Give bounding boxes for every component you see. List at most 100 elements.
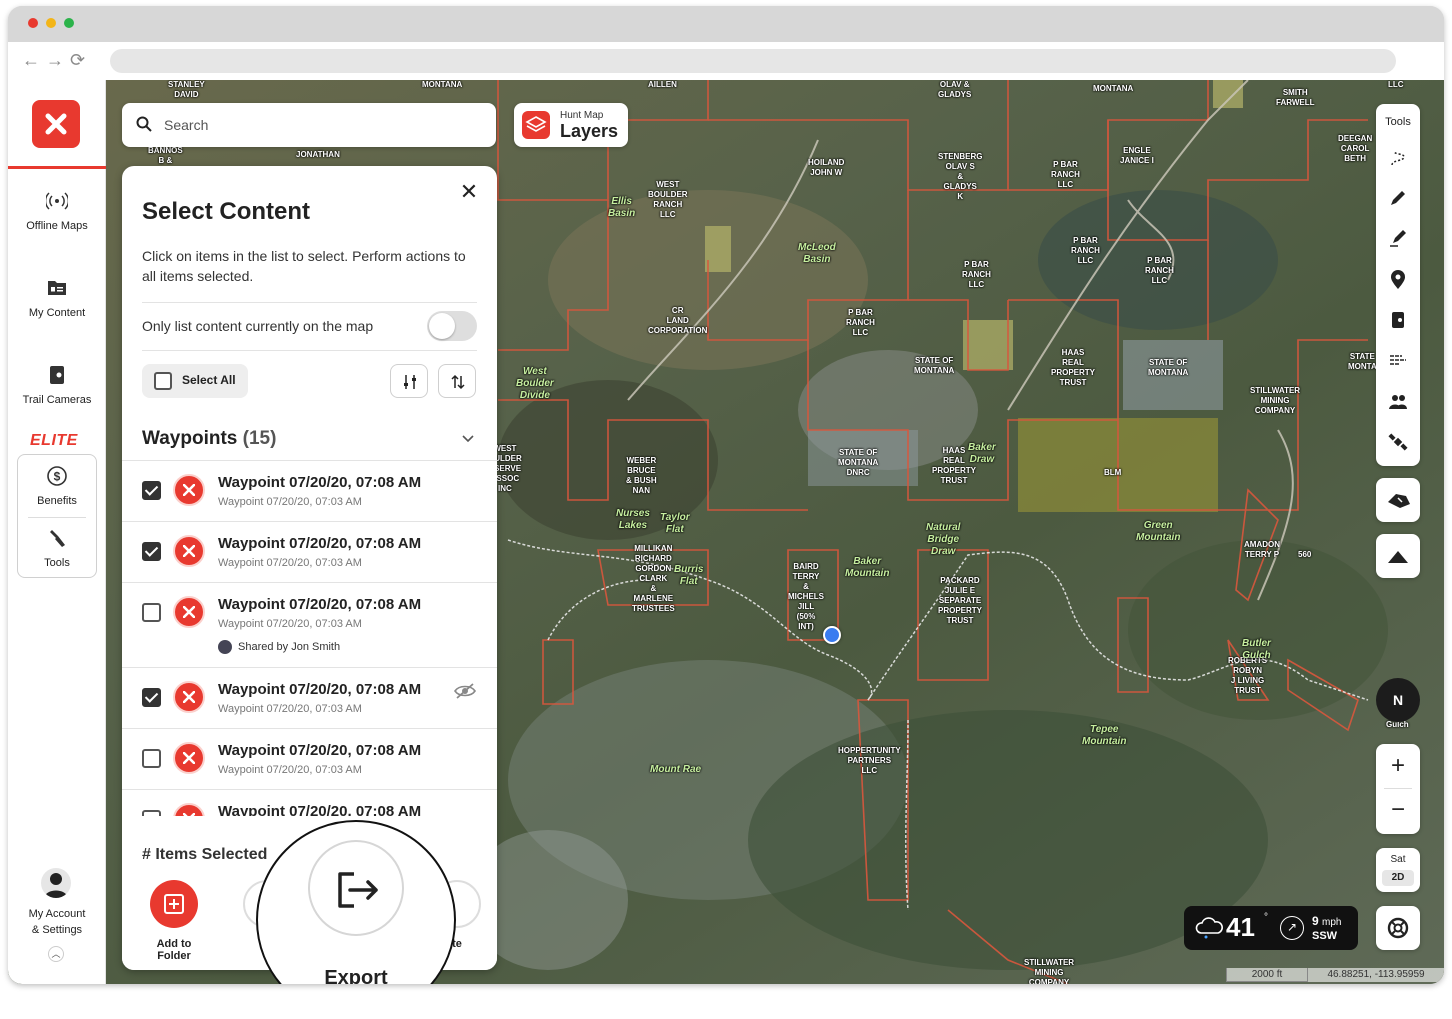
layers-icon [522, 111, 550, 139]
help-button[interactable] [1376, 906, 1420, 950]
select-all-label: Select All [182, 373, 236, 387]
zoom-in-button[interactable]: + [1376, 752, 1420, 780]
waypoint-row[interactable]: Waypoint 07/20/20, 07:08 AM Waypoint 07/… [122, 728, 497, 789]
waypoints-section-header[interactable]: Waypoints (15) [142, 428, 276, 450]
map-label: ROBERTS ROBYN J LIVING TRUST [1228, 656, 1268, 695]
minimize-window-button[interactable] [46, 18, 56, 28]
export-icon [338, 872, 378, 908]
map-label: West Boulder Divide [516, 366, 554, 401]
waypoint-checkbox[interactable] [142, 749, 161, 768]
map-label: P BAR RANCH LLC [962, 260, 991, 289]
waypoint-marker-icon [173, 742, 205, 774]
pin-icon[interactable] [1388, 270, 1408, 290]
pencil-icon[interactable] [1388, 188, 1408, 208]
terrain-3d-button[interactable] [1376, 534, 1420, 578]
waypoint-row[interactable]: Waypoint 07/20/20, 07:08 AM Waypoint 07/… [122, 460, 497, 521]
waypoint-checkbox[interactable] [142, 481, 161, 500]
map-label: BAIRD TERRY & MICHELS JILL (50% INT) [788, 562, 824, 631]
map-label: STATE OF MONTANA [1148, 358, 1189, 377]
waypoint-title: Waypoint 07/20/20, 07:08 AM [218, 681, 422, 698]
address-bar[interactable] [110, 49, 1396, 73]
account-settings-link[interactable]: My Account & Settings [8, 906, 106, 938]
map-label: STANLEY DAVID [168, 80, 205, 99]
shared-by-label: Shared by Jon Smith [238, 640, 341, 653]
add-folder-icon [150, 880, 198, 928]
basemap-toggle[interactable]: Sat 2D [1376, 848, 1420, 892]
app-area: STANLEY DAVID MONTANA AILLEN OLAV & GLADYS MON… [8, 80, 1444, 984]
search-box [122, 103, 496, 147]
back-arrow-icon[interactable]: ← [22, 50, 40, 70]
nav-my-content[interactable]: My Content [8, 277, 106, 319]
close-panel-button[interactable]: ✕ [457, 180, 481, 204]
nav-tools[interactable]: Tools [17, 527, 97, 569]
map-label: Burris Flat [674, 564, 704, 587]
collapse-up-icon[interactable]: ︿ [48, 946, 64, 962]
reload-icon[interactable]: ⟳ [70, 50, 85, 70]
map-label: SMITH FARWELL [1276, 88, 1315, 107]
map-label: 560 [1298, 550, 1312, 559]
coordinates-readout: 46.88251, -113.95959 [1308, 968, 1444, 982]
waypoint-checkbox[interactable] [142, 688, 161, 707]
map-label: Baker Mountain [845, 556, 890, 579]
map-label: DEEGAN CAROL BETH [1338, 134, 1373, 163]
zoom-control: + − [1376, 744, 1420, 834]
search-input[interactable] [164, 114, 484, 136]
nav-offline-maps-label: Offline Maps [26, 220, 88, 232]
map-label: McLeod Basin [798, 242, 836, 265]
panel-description: Click on items in the list to select. Pe… [142, 248, 466, 284]
select-all-button[interactable]: Select All [142, 364, 248, 398]
select-all-checkbox[interactable] [154, 372, 172, 390]
add-to-folder-button[interactable]: Add to Folder [139, 880, 209, 962]
eye-hidden-icon[interactable] [454, 683, 476, 699]
map-label: BANNOS B & [148, 146, 183, 165]
compass-button[interactable]: N [1376, 678, 1420, 722]
waypoint-marker-icon [173, 535, 205, 567]
waypoint-row[interactable]: Waypoint 07/20/20, 07:08 AM Waypoint 07/… [122, 667, 497, 728]
route-icon[interactable] [1388, 148, 1408, 168]
panel-title: Select Content [142, 198, 311, 225]
items-selected-label: # Items Selected [142, 846, 268, 863]
nav-offline-maps[interactable]: Offline Maps [8, 190, 106, 232]
maximize-window-button[interactable] [64, 18, 74, 28]
waypoint-checkbox[interactable] [142, 603, 161, 622]
map-label: STILLWATER MINING COMPANY [1250, 386, 1301, 415]
left-nav-rail: Offline Maps My Content Trail Cameras EL… [8, 80, 106, 984]
waypoint-title: Waypoint 07/20/20, 07:08 AM [218, 596, 422, 613]
waypoint-row[interactable]: Waypoint 07/20/20, 07:08 AM Waypoint 07/… [122, 582, 497, 667]
hunt-area-button[interactable] [1376, 478, 1420, 522]
title-bar [8, 6, 1444, 42]
map-label: Green Mountain [1136, 520, 1181, 543]
close-window-button[interactable] [28, 18, 38, 28]
map-label: Nurses Lakes [616, 508, 650, 531]
nav-trail-cameras[interactable]: Trail Cameras [8, 364, 106, 406]
map-label: P BAR RANCH LLC [846, 308, 875, 337]
zoom-out-button[interactable]: − [1376, 796, 1420, 824]
wind-icon[interactable] [1388, 350, 1408, 370]
nav-benefits[interactable]: $ Benefits [17, 465, 97, 507]
filter-button[interactable] [390, 364, 428, 398]
nav-my-content-label: My Content [28, 307, 86, 319]
people-icon[interactable] [1388, 392, 1408, 412]
camera-icon[interactable] [1388, 310, 1408, 330]
wind-direction-label: SSW [1312, 930, 1338, 942]
waypoint-title: Waypoint 07/20/20, 07:08 AM [218, 474, 422, 491]
waypoint-checkbox[interactable] [142, 542, 161, 561]
forward-arrow-icon[interactable]: → [46, 50, 64, 70]
draw-area-icon[interactable] [1388, 228, 1408, 248]
account-avatar[interactable] [41, 868, 71, 898]
sort-button[interactable] [438, 364, 476, 398]
app-logo[interactable] [32, 100, 80, 148]
account-line-1: My Account [28, 908, 86, 920]
nav-benefits-label: Benefits [37, 495, 77, 507]
chevron-down-icon[interactable] [460, 430, 476, 446]
only-on-map-toggle[interactable] [427, 311, 477, 341]
cloud-rain-icon [1195, 917, 1223, 939]
waypoint-row[interactable]: Waypoint 07/20/20, 07:08 AM Waypoint 07/… [122, 521, 497, 582]
satellite-icon[interactable] [1388, 432, 1408, 452]
layers-title: Layers [560, 121, 619, 141]
layers-button[interactable]: Hunt Map Layers [514, 103, 628, 147]
map-label: STENBERG OLAV S & GLADYS K [938, 152, 983, 201]
zoom-divider [1384, 788, 1412, 789]
mountain-icon [1388, 551, 1408, 563]
weather-widget[interactable]: 41 ° ↗ 9 mph SSW [1184, 906, 1358, 950]
